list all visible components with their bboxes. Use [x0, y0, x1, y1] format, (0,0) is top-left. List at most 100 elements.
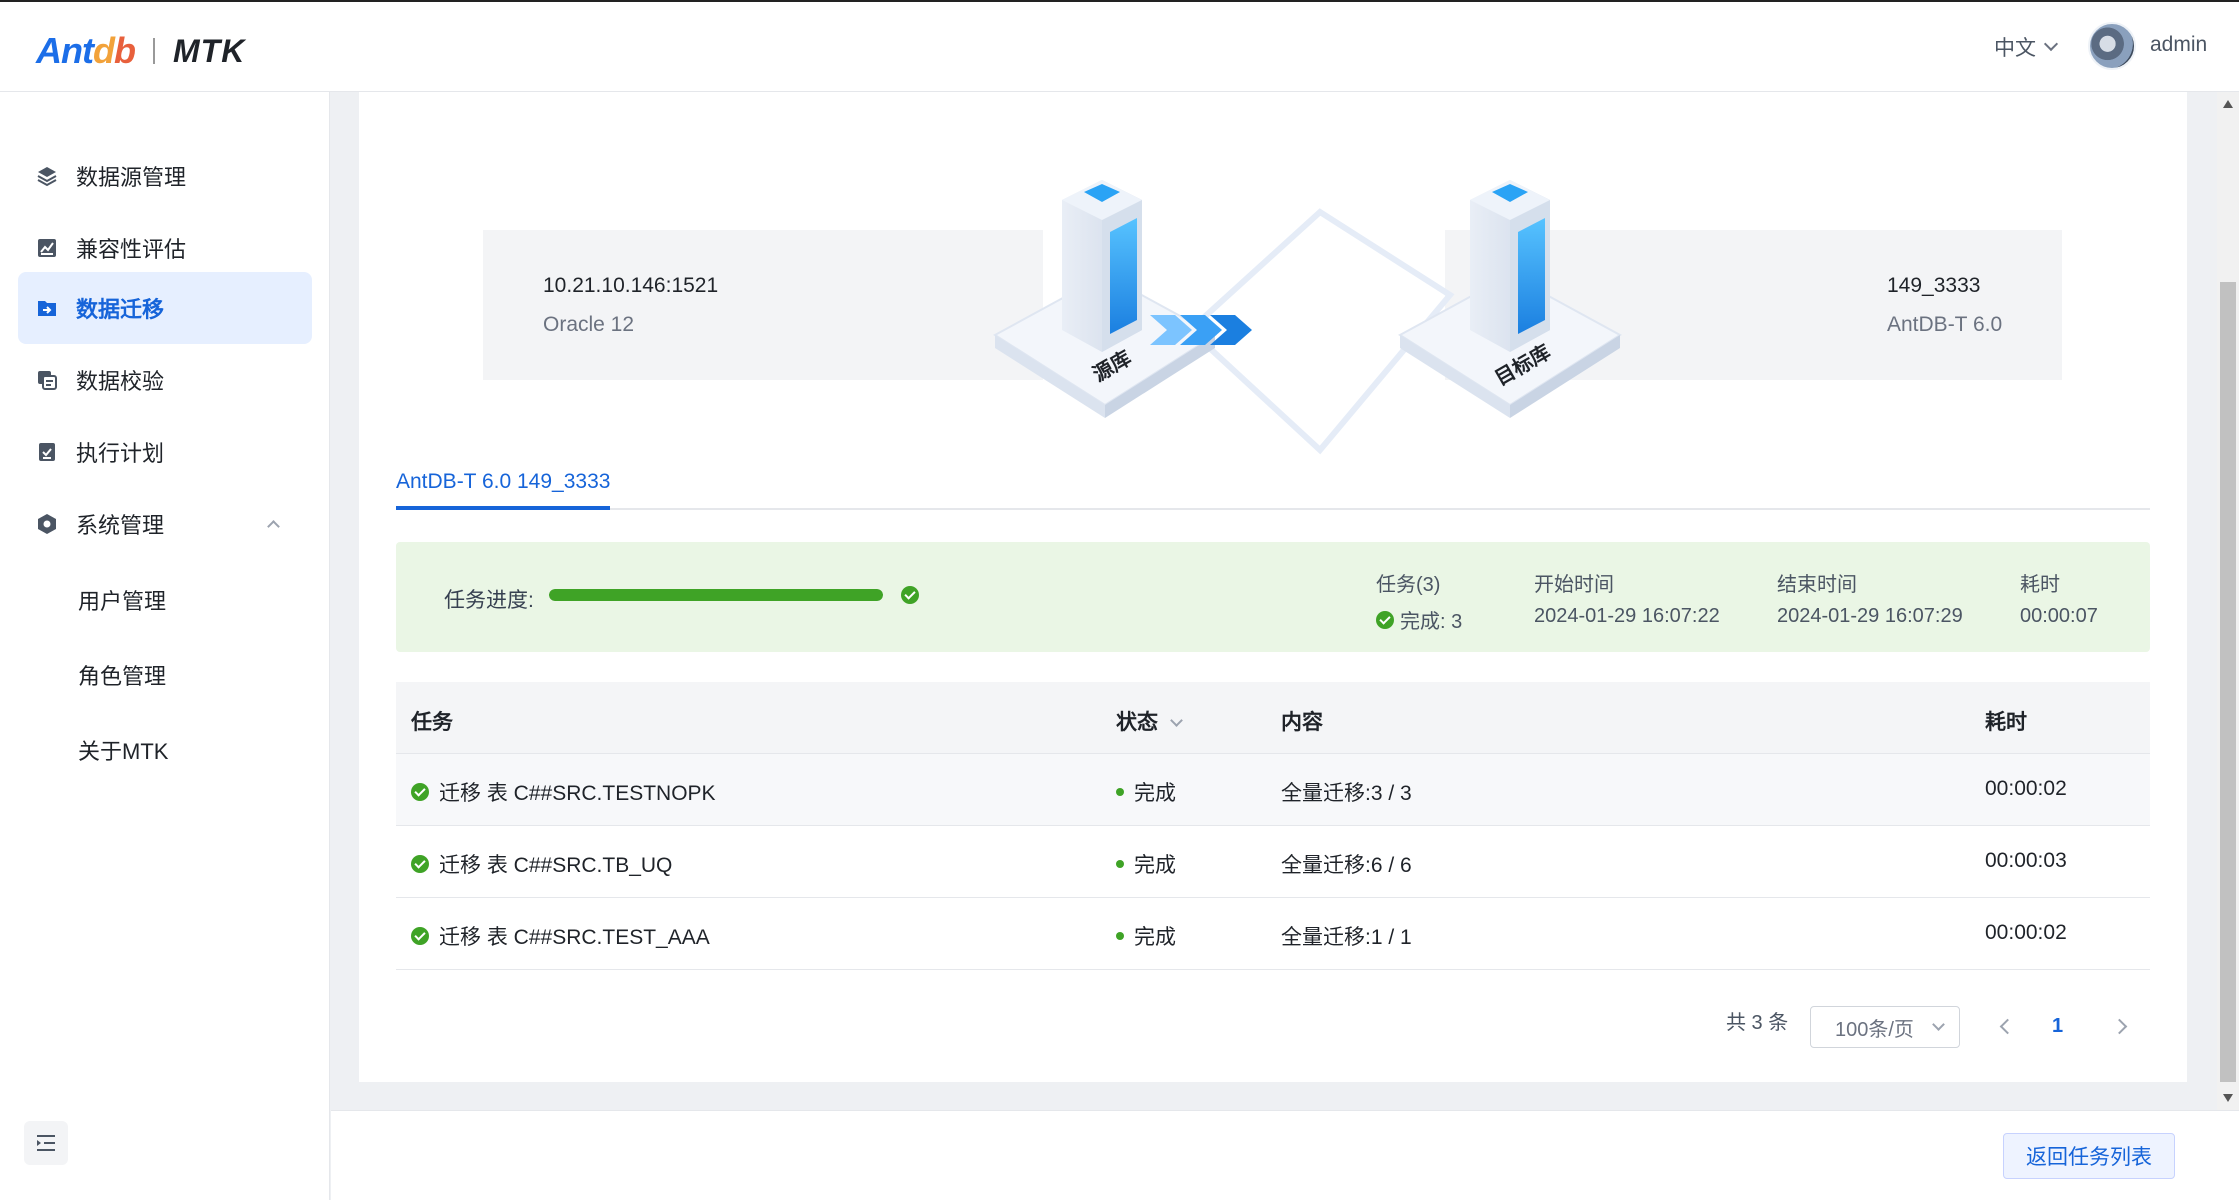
settings-hex-icon [38, 514, 56, 534]
content-cell: 全量迁移:1 / 1 [1281, 926, 1412, 949]
status-cell: 完成 [1116, 921, 1176, 951]
status-text: 完成 [1134, 854, 1176, 877]
chevron-down-icon [1932, 1018, 1945, 1031]
task-cell: 迁移 表 C##SRC.TEST_AAA [411, 921, 710, 951]
source-host: 10.21.10.146:1521 [543, 274, 719, 297]
task-name: 迁移 表 C##SRC.TESTNOPK [439, 782, 716, 805]
sidebar-item-system[interactable]: 系统管理 [18, 488, 312, 560]
task-name: 迁移 表 C##SRC.TEST_AAA [439, 926, 710, 949]
sidebar-item-execution-plan[interactable]: 执行计划 [18, 416, 312, 488]
done-count: 完成: 3 [1400, 611, 1463, 633]
scroll-up-icon[interactable] [2223, 100, 2233, 108]
status-dot-icon [1116, 860, 1124, 868]
current-page[interactable]: 1 [2052, 1015, 2063, 1038]
progress-bar-fill [549, 589, 883, 601]
column-header-task: 任务 [411, 711, 453, 734]
source-server-icon: 源库 [993, 180, 1217, 418]
checklist-icon [39, 443, 55, 461]
duration-cell: 00:00:02 [1985, 921, 2067, 944]
task-cell: 迁移 表 C##SRC.TB_UQ [411, 849, 672, 879]
table-header: 任务 状态 内容 耗时 [396, 682, 2150, 754]
sidebar-subitem-roles[interactable]: 角色管理 [78, 659, 166, 691]
check-circle-icon [901, 586, 919, 604]
table-row[interactable]: 迁移 表 C##SRC.TESTNOPK 完成 全量迁移:3 / 3 00:00… [396, 754, 2150, 826]
table-row[interactable]: 迁移 表 C##SRC.TEST_AAA 完成 全量迁移:1 / 1 00:00… [396, 898, 2150, 970]
sidebar-item-label: 数据校验 [76, 369, 165, 394]
stat-label: 结束时间 [1777, 574, 1857, 596]
pagination-total: 共 3 条 [1726, 1012, 1789, 1034]
tab-target-db[interactable]: AntDB-T 6.0 149_3333 [396, 470, 610, 494]
status-dot-icon [1116, 788, 1124, 796]
end-time: 2024-01-29 16:07:29 [1777, 605, 1963, 627]
app-name: MTK [172, 32, 246, 69]
back-to-task-list-button[interactable]: 返回任务列表 [2003, 1133, 2175, 1179]
sidebar-item-verification[interactable]: 数据校验 [18, 344, 312, 416]
stat-end-time: 结束时间 2024-01-29 16:07:29 [1777, 568, 1963, 628]
folder-arrow-icon [38, 301, 56, 316]
avatar[interactable] [2088, 22, 2136, 70]
progress-bar [549, 589, 883, 601]
source-db-card: 10.21.10.146:1521 Oracle 12 [483, 230, 1043, 380]
collapse-sidebar-button[interactable] [24, 1121, 68, 1165]
task-cell: 迁移 表 C##SRC.TESTNOPK [411, 777, 716, 807]
stat-value: 完成: 3 [1376, 605, 1462, 634]
top-header: Antdb MTK 中文 [0, 0, 2239, 92]
content-cell: 全量迁移:3 / 3 [1281, 782, 1412, 805]
menu-fold-icon [37, 1135, 55, 1151]
source-type: Oracle 12 [543, 313, 635, 336]
scroll-down-icon[interactable] [2223, 1094, 2233, 1102]
task-table: 任务 状态 内容 耗时 迁移 表 C##SRC.TESTNOPK 完成 全量迁移… [396, 682, 2150, 970]
stat-label: 开始时间 [1534, 574, 1614, 596]
username[interactable]: admin [2150, 33, 2207, 57]
sidebar-subitem-about[interactable]: 关于MTK [78, 734, 168, 766]
sidebar-item-label: 执行计划 [76, 441, 165, 466]
sidebar-subitem-users[interactable]: 用户管理 [78, 584, 166, 616]
antdb-logo: Antdb [36, 30, 136, 71]
tab-active-indicator [396, 506, 610, 510]
progress-label: 任务进度: [444, 589, 534, 612]
task-name: 迁移 表 C##SRC.TB_UQ [439, 854, 673, 877]
language-label: 中文 [1994, 37, 2036, 60]
status-text: 完成 [1134, 782, 1176, 805]
language-switcher[interactable]: 中文 [1994, 32, 2059, 62]
check-circle-icon [1376, 610, 1394, 629]
filter-chevron-icon[interactable] [1170, 714, 1183, 727]
footer-bar [331, 1110, 2239, 1200]
tab-divider [396, 508, 2150, 510]
stat-label: 任务(3) [1376, 574, 1441, 596]
duration-cell: 00:00:02 [1985, 777, 2067, 800]
scroll-thumb[interactable] [2220, 282, 2236, 1082]
check-circle-icon [411, 855, 429, 873]
column-header-label: 状态 [1116, 711, 1158, 734]
chevron-up-icon [267, 520, 280, 533]
page-size-value: 100条/页 [1835, 1018, 1914, 1041]
stat-duration: 耗时 00:00:07 [2020, 568, 2098, 628]
sidebar-item-migration[interactable]: 数据迁移 [18, 272, 312, 344]
sidebar-item-label: 数据迁移 [76, 297, 165, 322]
table-row[interactable]: 迁移 表 C##SRC.TB_UQ 完成 全量迁移:6 / 6 00:00:03 [396, 826, 2150, 898]
stat-tasks: 任务(3) 完成: 3 [1376, 568, 1462, 634]
content-cell: 全量迁移:6 / 6 [1281, 854, 1412, 877]
chevron-down-icon [2043, 36, 2059, 52]
start-time: 2024-01-29 16:07:22 [1534, 605, 1720, 627]
target-type: AntDB-T 6.0 [1887, 313, 2003, 336]
status-dot-icon [1116, 932, 1124, 940]
scrollbar[interactable] [2217, 92, 2239, 1110]
copy-icon [38, 371, 57, 390]
status-text: 完成 [1134, 926, 1176, 949]
chart-icon [38, 239, 56, 257]
sidebar-item-datasource[interactable]: 数据源管理 [18, 140, 312, 212]
column-header-content: 内容 [1281, 711, 1323, 734]
check-circle-icon [411, 783, 429, 801]
sidebar: 数据源管理 兼容性评估 数据迁移 数据校验 执行计划 系统管理 用户管理 角色管… [0, 92, 330, 1200]
column-header-status[interactable]: 状态 [1116, 706, 1183, 736]
logo-divider [152, 38, 155, 64]
stat-label: 耗时 [2020, 574, 2060, 596]
target-server-icon: 目标库 [1398, 180, 1622, 418]
migration-illustration: 源库 目标库 [993, 180, 1622, 455]
sidebar-item-label: 数据源管理 [76, 165, 187, 190]
app-logo[interactable]: Antdb MTK [36, 30, 245, 72]
duration: 00:00:07 [2020, 605, 2098, 627]
page-size-select[interactable]: 100条/页 [1810, 1006, 1960, 1048]
target-host: 149_3333 [1887, 274, 1981, 297]
